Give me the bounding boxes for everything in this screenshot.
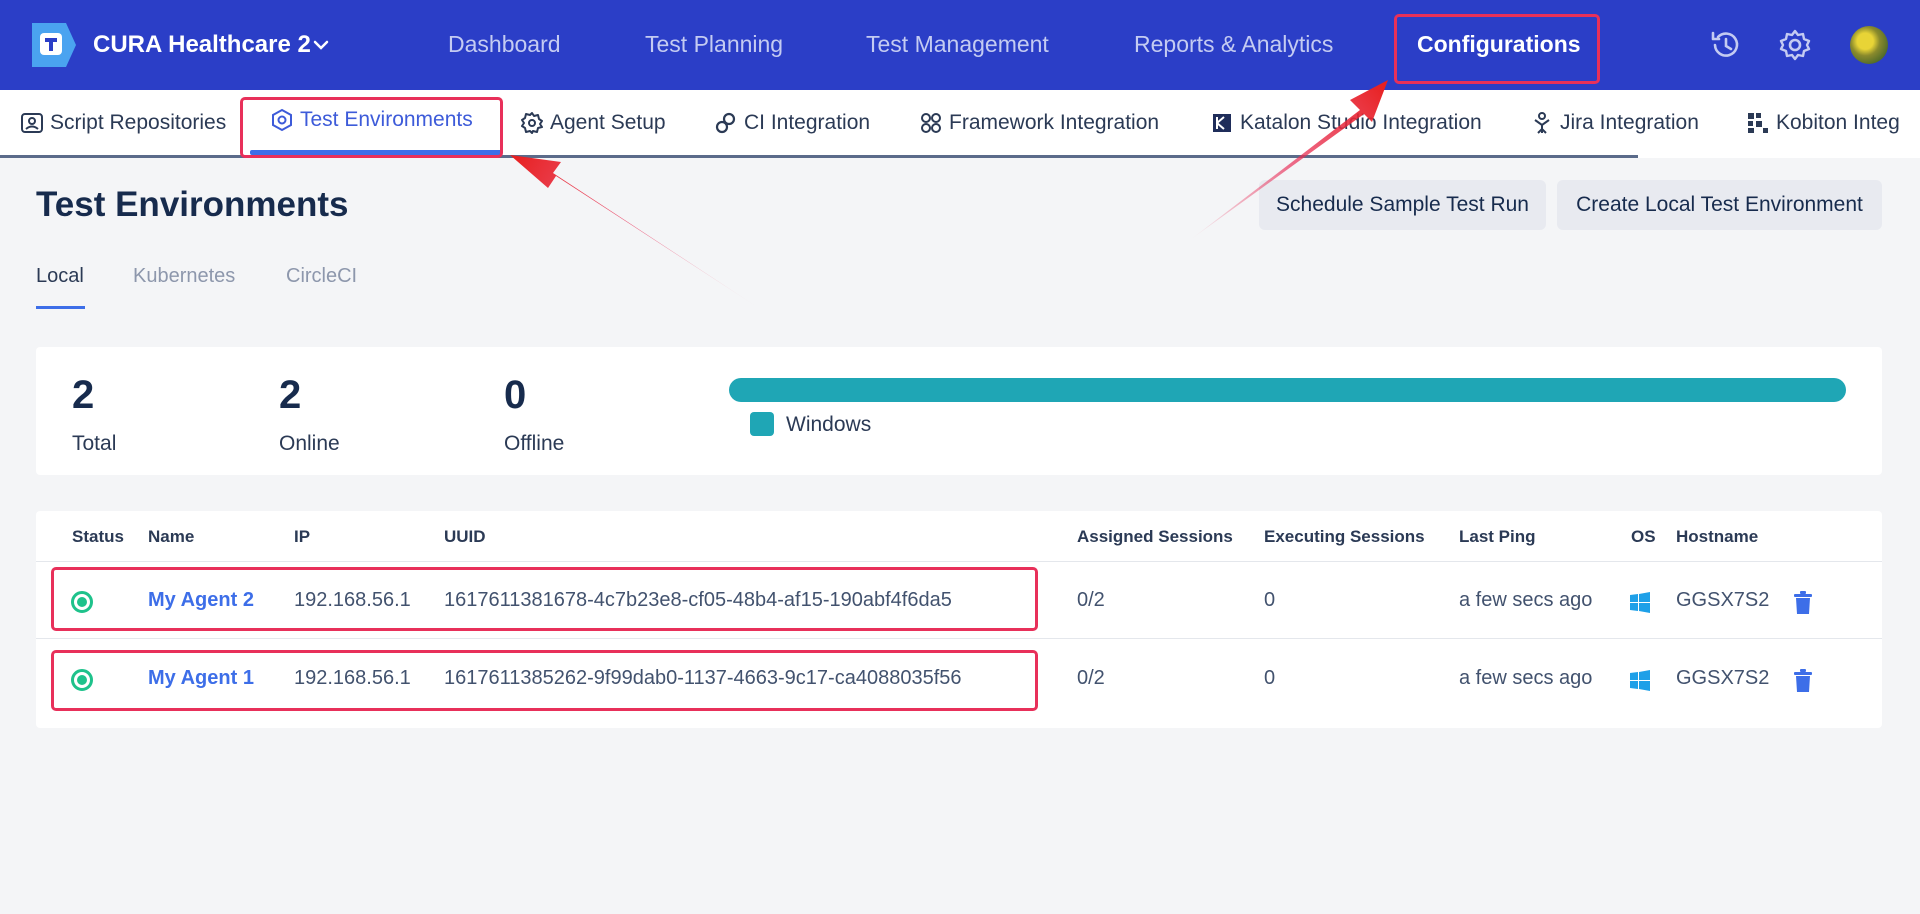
jira-icon [1534, 112, 1550, 134]
history-icon[interactable] [1707, 26, 1745, 64]
katalon-icon [1213, 114, 1231, 132]
active-tab-indicator [36, 306, 85, 309]
online-label: Online [279, 432, 340, 455]
last-ping: a few secs ago [1459, 667, 1593, 689]
page-title: Test Environments [36, 185, 349, 224]
tab-kubernetes[interactable]: Kubernetes [133, 265, 235, 288]
kobiton-icon [1748, 113, 1768, 133]
column-header-uuid: UUID [444, 527, 486, 546]
link-icon [715, 112, 736, 134]
windows-legend-swatch [750, 412, 774, 436]
subnav-label: Agent Setup [550, 111, 666, 134]
create-local-test-environment-button[interactable]: Create Local Test Environment [1557, 180, 1882, 230]
column-header-os: OS [1631, 527, 1656, 546]
offline-label: Offline [504, 432, 565, 455]
assigned-sessions: 0/2 [1077, 667, 1105, 689]
last-ping: a few secs ago [1459, 589, 1593, 611]
column-header-hostname: Hostname [1676, 527, 1759, 546]
arrow-to-test-environments [510, 155, 765, 312]
nav-dashboard[interactable]: Dashboard [448, 31, 561, 58]
repository-icon [21, 113, 43, 133]
schedule-sample-test-run-button[interactable]: Schedule Sample Test Run [1259, 180, 1546, 230]
subnav-label: Kobiton Integ [1776, 111, 1900, 134]
column-header-last-ping: Last Ping [1459, 527, 1536, 546]
agent-gear-icon [521, 112, 543, 134]
subnav-jira-integration[interactable]: Jira Integration [1530, 111, 1699, 135]
column-header-ip: IP [294, 527, 311, 546]
offline-count: 0 [504, 373, 527, 417]
os-distribution-bar [729, 378, 1846, 402]
subnav-label: Jira Integration [1560, 111, 1699, 134]
windows-icon [1630, 592, 1650, 613]
subnav-label: Framework Integration [949, 111, 1160, 134]
executing-sessions: 0 [1264, 667, 1276, 689]
highlight-agent-row-1 [51, 567, 1038, 631]
subnav-katalon-studio-integration[interactable]: Katalon Studio Integration [1210, 111, 1482, 135]
user-avatar[interactable] [1850, 26, 1888, 64]
nav-reports-analytics[interactable]: Reports & Analytics [1134, 31, 1333, 58]
executing-sessions: 0 [1264, 589, 1276, 611]
subnav-agent-setup[interactable]: Agent Setup [520, 111, 666, 135]
subnav-kobiton-integration[interactable]: Kobiton Integ [1746, 111, 1920, 135]
column-header-status: Status [72, 527, 124, 546]
delete-icon[interactable] [1792, 591, 1814, 615]
assigned-sessions: 0/2 [1077, 589, 1105, 611]
tab-local[interactable]: Local [36, 265, 84, 288]
delete-icon[interactable] [1792, 669, 1814, 693]
row-divider [36, 638, 1882, 639]
framework-icon [921, 113, 941, 133]
hostname: GGSX7S2 [1676, 589, 1770, 611]
subnav-script-repositories[interactable]: Script Repositories [20, 111, 226, 135]
column-header-name: Name [148, 527, 195, 546]
windows-icon [1630, 670, 1650, 691]
highlight-agent-row-2 [51, 650, 1038, 711]
subnav-label: Script Repositories [50, 111, 227, 134]
online-count: 2 [279, 373, 302, 417]
nav-test-management[interactable]: Test Management [866, 31, 1049, 58]
highlight-test-environments [240, 97, 503, 158]
header-divider [36, 561, 1882, 562]
chevron-down-icon[interactable] [310, 34, 332, 56]
total-count: 2 [72, 373, 95, 417]
testops-logo-icon[interactable] [30, 21, 78, 69]
project-selector[interactable]: CURA Healthcare 2 [93, 31, 311, 59]
tab-circleci[interactable]: CircleCI [286, 265, 357, 288]
subnav-label: CI Integration [744, 111, 871, 134]
subnav-ci-integration[interactable]: CI Integration [714, 111, 870, 135]
top-bar: CURA Healthcare 2 Dashboard Test Plannin… [0, 0, 1920, 90]
hostname: GGSX7S2 [1676, 667, 1770, 689]
column-header-executing-sessions: Executing Sessions [1264, 527, 1425, 546]
gear-icon[interactable] [1776, 26, 1814, 64]
windows-legend-label: Windows [786, 413, 872, 436]
nav-test-planning[interactable]: Test Planning [645, 31, 783, 58]
column-header-assigned-sessions: Assigned Sessions [1077, 527, 1233, 546]
subnav-framework-integration[interactable]: Framework Integration [919, 111, 1159, 135]
total-label: Total [72, 432, 117, 455]
subnav-label: Katalon Studio Integration [1240, 111, 1482, 134]
highlight-configurations [1394, 14, 1600, 84]
